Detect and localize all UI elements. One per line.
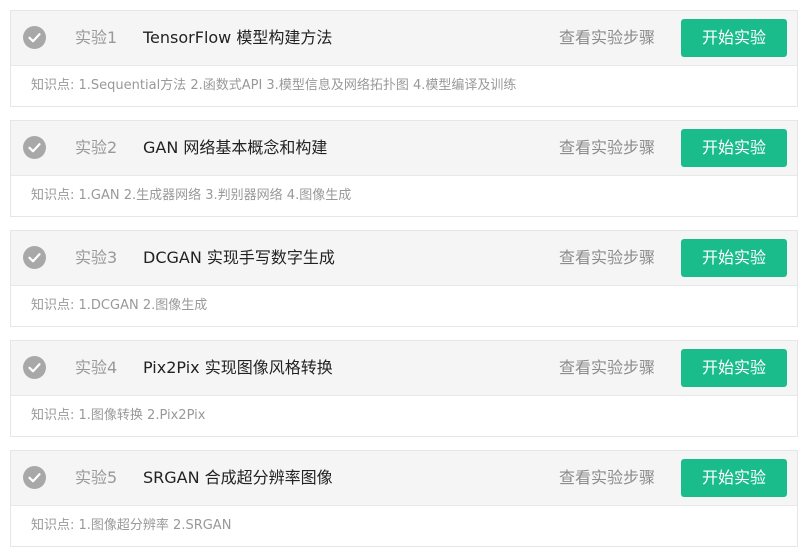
- start-lab-button[interactable]: 开始实验: [681, 19, 787, 57]
- lab-card-header: 实验3 DCGAN 实现手写数字生成 查看实验步骤 开始实验: [11, 231, 797, 286]
- lab-number: 实验5: [75, 468, 118, 487]
- lab-list: 实验1 TensorFlow 模型构建方法 查看实验步骤 开始实验 知识点: 1…: [0, 0, 806, 557]
- lab-card: 实验3 DCGAN 实现手写数字生成 查看实验步骤 开始实验 知识点: 1.DC…: [10, 230, 798, 327]
- knowledge-points: 知识点: 1.Sequential方法 2.函数式API 3.模型信息及网络拓扑…: [31, 78, 517, 93]
- knowledge-points: 知识点: 1.图像超分辨率 2.SRGAN: [31, 518, 232, 533]
- start-lab-button[interactable]: 开始实验: [681, 459, 787, 497]
- view-steps-link[interactable]: 查看实验步骤: [559, 137, 655, 159]
- lab-card-body: 知识点: 1.图像超分辨率 2.SRGAN: [11, 506, 797, 546]
- check-circle-icon: [23, 246, 46, 269]
- lab-title: Pix2Pix 实现图像风格转换: [143, 358, 333, 377]
- start-lab-button[interactable]: 开始实验: [681, 349, 787, 387]
- knowledge-points: 知识点: 1.图像转换 2.Pix2Pix: [31, 408, 206, 423]
- lab-card-body: 知识点: 1.Sequential方法 2.函数式API 3.模型信息及网络拓扑…: [11, 66, 797, 106]
- lab-title: TensorFlow 模型构建方法: [143, 28, 333, 47]
- lab-card: 实验4 Pix2Pix 实现图像风格转换 查看实验步骤 开始实验 知识点: 1.…: [10, 340, 798, 437]
- start-lab-button[interactable]: 开始实验: [681, 239, 787, 277]
- lab-card-header: 实验2 GAN 网络基本概念和构建 查看实验步骤 开始实验: [11, 121, 797, 176]
- check-circle-icon: [23, 136, 46, 159]
- knowledge-points: 知识点: 1.GAN 2.生成器网络 3.判别器网络 4.图像生成: [31, 188, 352, 203]
- lab-title: DCGAN 实现手写数字生成: [143, 248, 335, 267]
- lab-number: 实验2: [75, 138, 118, 157]
- check-circle-icon: [23, 26, 46, 49]
- view-steps-link[interactable]: 查看实验步骤: [559, 247, 655, 269]
- lab-card-header: 实验4 Pix2Pix 实现图像风格转换 查看实验步骤 开始实验: [11, 341, 797, 396]
- check-circle-icon: [23, 466, 46, 489]
- lab-card-header: 实验5 SRGAN 合成超分辨率图像 查看实验步骤 开始实验: [11, 451, 797, 506]
- lab-card: 实验1 TensorFlow 模型构建方法 查看实验步骤 开始实验 知识点: 1…: [10, 10, 798, 107]
- lab-card-header: 实验1 TensorFlow 模型构建方法 查看实验步骤 开始实验: [11, 11, 797, 66]
- lab-number: 实验4: [75, 358, 118, 377]
- lab-card-body: 知识点: 1.GAN 2.生成器网络 3.判别器网络 4.图像生成: [11, 176, 797, 216]
- start-lab-button[interactable]: 开始实验: [681, 129, 787, 167]
- view-steps-link[interactable]: 查看实验步骤: [559, 27, 655, 49]
- lab-card: 实验5 SRGAN 合成超分辨率图像 查看实验步骤 开始实验 知识点: 1.图像…: [10, 450, 798, 547]
- lab-card: 实验2 GAN 网络基本概念和构建 查看实验步骤 开始实验 知识点: 1.GAN…: [10, 120, 798, 217]
- view-steps-link[interactable]: 查看实验步骤: [559, 467, 655, 489]
- lab-title: GAN 网络基本概念和构建: [143, 138, 328, 157]
- view-steps-link[interactable]: 查看实验步骤: [559, 357, 655, 379]
- check-circle-icon: [23, 356, 46, 379]
- lab-card-body: 知识点: 1.DCGAN 2.图像生成: [11, 286, 797, 326]
- knowledge-points: 知识点: 1.DCGAN 2.图像生成: [31, 298, 208, 313]
- lab-number: 实验3: [75, 248, 118, 267]
- lab-title: SRGAN 合成超分辨率图像: [143, 468, 333, 487]
- lab-card-body: 知识点: 1.图像转换 2.Pix2Pix: [11, 396, 797, 436]
- lab-number: 实验1: [75, 28, 118, 47]
